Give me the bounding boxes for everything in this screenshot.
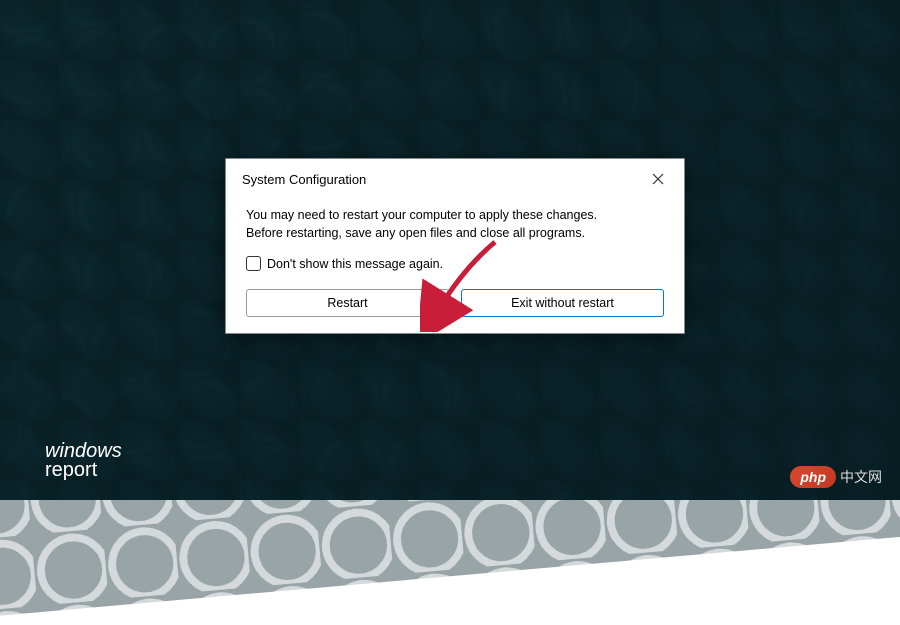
exit-without-restart-button[interactable]: Exit without restart xyxy=(461,289,664,317)
php-badge: php xyxy=(790,466,836,488)
dialog-body: You may need to restart your computer to… xyxy=(226,197,684,289)
watermark-brand-2: report xyxy=(45,459,97,481)
close-button[interactable] xyxy=(644,167,672,191)
restart-button[interactable]: Restart xyxy=(246,289,449,317)
system-configuration-dialog: System Configuration You may need to res… xyxy=(225,158,685,334)
dont-show-again-checkbox[interactable] xyxy=(246,256,261,271)
dialog-title: System Configuration xyxy=(242,172,366,187)
dialog-button-row: Restart Exit without restart xyxy=(226,289,684,333)
message-line-2: Before restarting, save any open files a… xyxy=(246,226,585,240)
dialog-titlebar: System Configuration xyxy=(226,159,684,197)
close-icon xyxy=(652,173,664,185)
watermark-php-cn: php 中文网 xyxy=(790,466,882,488)
cn-text: 中文网 xyxy=(840,467,882,487)
checkbox-label[interactable]: Don't show this message again. xyxy=(267,257,443,271)
message-line-1: You may need to restart your computer to… xyxy=(246,208,597,222)
checkbox-row: Don't show this message again. xyxy=(246,256,664,271)
dialog-message: You may need to restart your computer to… xyxy=(246,207,664,242)
watermark-windows-report: windows report xyxy=(45,442,122,480)
